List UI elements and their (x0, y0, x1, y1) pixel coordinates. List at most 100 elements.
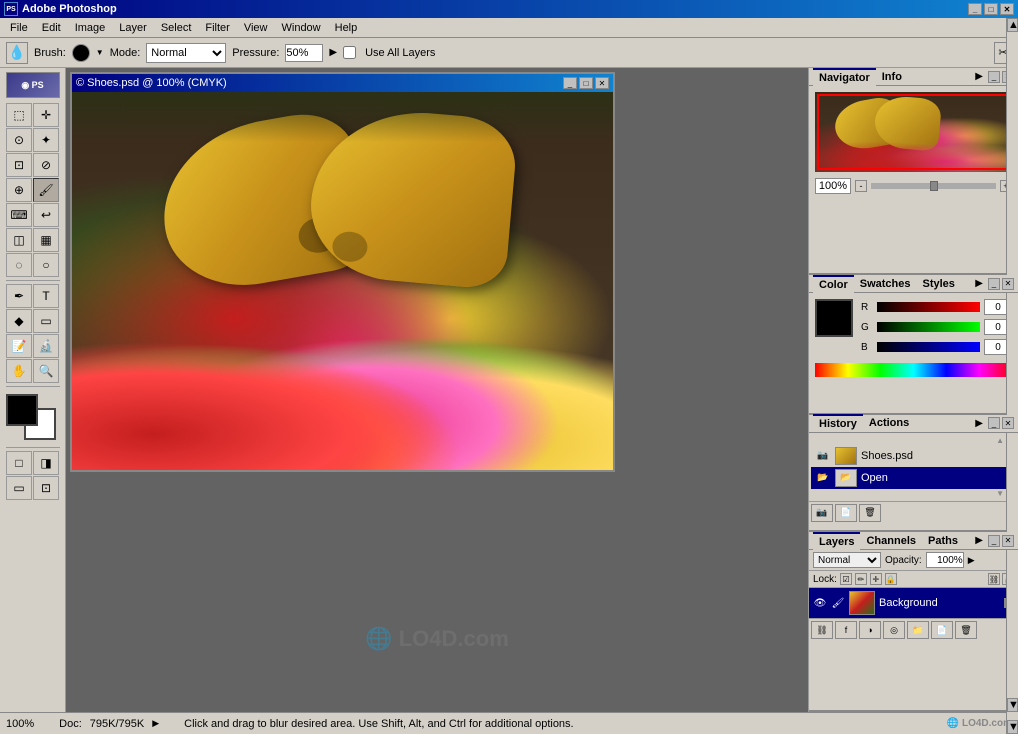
layers-close-button[interactable]: ✕ (1002, 535, 1014, 547)
zoom-out-button[interactable]: - (855, 180, 867, 192)
color-menu-icon[interactable]: ▶ (975, 278, 983, 289)
mode-select[interactable]: Normal Dissolve Multiply (146, 43, 226, 63)
pressure-arrow[interactable]: ▶ (329, 47, 337, 58)
navigator-zoom-input[interactable] (815, 178, 851, 194)
menu-help[interactable]: Help (329, 20, 364, 36)
layers-menu-icon[interactable]: ▶ (975, 535, 983, 546)
lock-all-button[interactable]: 🔒 (885, 573, 897, 585)
history-minimize-button[interactable]: _ (988, 417, 1000, 429)
pressure-input[interactable] (285, 44, 323, 62)
lock-transparent-pixels-button[interactable]: ☑ (840, 573, 852, 585)
layers-scrollbar[interactable]: ▼ (1006, 682, 1018, 712)
color-spectrum-bar[interactable] (815, 363, 1012, 377)
background-layer-row[interactable]: 👁 🖌 Background (809, 588, 1018, 618)
info-tab[interactable]: Info (876, 69, 908, 85)
navigator-scrollbar[interactable]: ▲ ▼ (1006, 18, 1018, 734)
zoom-slider-thumb[interactable] (930, 181, 938, 191)
pen-tool[interactable]: ✒ (6, 284, 32, 308)
channels-tab[interactable]: Channels (860, 533, 922, 549)
layers-minimize-button[interactable]: _ (988, 535, 1000, 547)
navigator-menu-icon[interactable]: ▶ (975, 71, 983, 82)
move-tool[interactable]: ✛ (33, 103, 59, 127)
menu-file[interactable]: File (4, 20, 34, 36)
layer-link-button[interactable]: ⛓ (988, 573, 1000, 585)
doc-minimize-button[interactable]: _ (563, 77, 577, 89)
opacity-arrow[interactable]: ▶ (968, 555, 975, 566)
layers-scroll-down[interactable]: ▼ (1007, 698, 1018, 712)
history-close-button[interactable]: ✕ (1002, 417, 1014, 429)
layers-blend-mode-select[interactable]: Normal Multiply Screen (813, 552, 881, 568)
notes-tool[interactable]: 📝 (6, 334, 32, 358)
lock-position-button[interactable]: ✛ (870, 573, 882, 585)
blue-slider[interactable] (877, 342, 980, 352)
use-all-layers-checkbox[interactable] (343, 46, 356, 59)
close-button[interactable]: ✕ (1000, 3, 1014, 15)
dodge-tool[interactable]: ○ (33, 253, 59, 277)
layer-add-style-button[interactable]: f (835, 621, 857, 639)
slice-tool[interactable]: ⊘ (33, 153, 59, 177)
document-canvas[interactable] (72, 92, 613, 470)
navigator-tab[interactable]: Navigator (813, 68, 876, 86)
hand-tool[interactable]: ✋ (6, 359, 32, 383)
layers-tab[interactable]: Layers (813, 532, 860, 550)
swatches-tab[interactable]: Swatches (854, 276, 917, 292)
jump-to-btn[interactable]: ⊡ (33, 476, 59, 500)
history-menu-icon[interactable]: ▶ (975, 418, 983, 429)
doc-maximize-button[interactable]: □ (579, 77, 593, 89)
type-tool[interactable]: T (33, 284, 59, 308)
actions-tab[interactable]: Actions (863, 415, 915, 431)
layer-new-fill-button[interactable]: ◎ (883, 621, 905, 639)
color-minimize-button[interactable]: _ (988, 278, 1000, 290)
screen-mode-btn[interactable]: ▭ (6, 476, 32, 500)
eraser-tool[interactable]: ◫ (6, 228, 32, 252)
color-tab[interactable]: Color (813, 275, 854, 293)
path-select-tool[interactable]: ◆ (6, 309, 32, 333)
brush-tool[interactable]: 🖌 (33, 178, 59, 202)
styles-tab[interactable]: Styles (916, 276, 960, 292)
layer-add-mask-button[interactable]: ◑ (859, 621, 881, 639)
red-slider[interactable] (877, 302, 980, 312)
minimize-button[interactable]: _ (968, 3, 982, 15)
layer-new-group-button[interactable]: 📁 (907, 621, 929, 639)
layer-delete-button[interactable]: 🗑 (955, 621, 977, 639)
shape-tool[interactable]: ▭ (33, 309, 59, 333)
history-item-shoes[interactable]: 📷 Shoes.psd (811, 445, 1016, 467)
menu-image[interactable]: Image (69, 20, 112, 36)
marquee-tool[interactable]: ⬚ (6, 103, 32, 127)
history-new-snapshot-button[interactable]: 📷 (811, 504, 833, 522)
nav-scroll-down[interactable]: ▼ (1007, 720, 1018, 734)
history-delete-button[interactable]: 🗑 (859, 504, 881, 522)
zoom-tool[interactable]: 🔍 (33, 359, 59, 383)
menu-select[interactable]: Select (155, 20, 198, 36)
standard-mode-btn[interactable]: □ (6, 451, 32, 475)
quick-mask-btn[interactable]: ◨ (33, 451, 59, 475)
lock-image-pixels-button[interactable]: ✏ (855, 573, 867, 585)
navigator-zoom-slider[interactable] (871, 183, 996, 189)
status-arrow[interactable]: ▶ (152, 718, 159, 729)
layer-new-layer-button[interactable]: 📄 (931, 621, 953, 639)
blur-tool[interactable]: ◌ (6, 253, 32, 277)
clone-tool[interactable]: ⌨ (6, 203, 32, 227)
lasso-tool[interactable]: ⊙ (6, 128, 32, 152)
eyedropper-tool[interactable]: 🔬 (33, 334, 59, 358)
history-item-open[interactable]: 📂 📂 Open (811, 467, 1016, 489)
menu-edit[interactable]: Edit (36, 20, 67, 36)
foreground-color-swatch[interactable] (6, 394, 38, 426)
menu-view[interactable]: View (238, 20, 274, 36)
menu-window[interactable]: Window (276, 20, 327, 36)
crop-tool[interactable]: ⊡ (6, 153, 32, 177)
navigator-minimize-button[interactable]: _ (988, 71, 1000, 83)
brush-dropdown-arrow[interactable]: ▼ (96, 48, 104, 57)
green-slider[interactable] (877, 322, 980, 332)
history-tab[interactable]: History (813, 414, 863, 432)
wand-tool[interactable]: ✦ (33, 128, 59, 152)
nav-scroll-up[interactable]: ▲ (1007, 18, 1018, 32)
layer-link-layers-button[interactable]: ⛓ (811, 621, 833, 639)
heal-tool[interactable]: ⊕ (6, 178, 32, 202)
paths-tab[interactable]: Paths (922, 533, 964, 549)
layer-visibility-eye[interactable]: 👁 (813, 596, 827, 610)
doc-close-button[interactable]: ✕ (595, 77, 609, 89)
color-close-button[interactable]: ✕ (1002, 278, 1014, 290)
maximize-button[interactable]: □ (984, 3, 998, 15)
history-brush-tool[interactable]: ↩ (33, 203, 59, 227)
